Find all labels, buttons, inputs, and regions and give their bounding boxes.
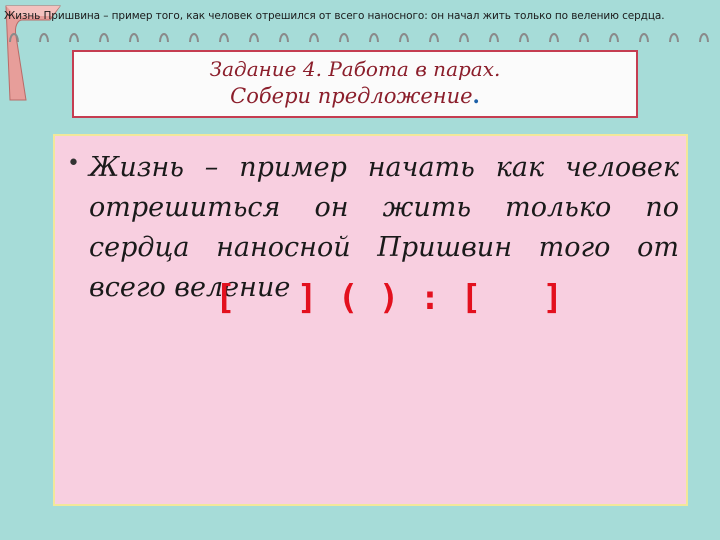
task-subtitle: Собери предложение. xyxy=(74,83,636,108)
task-title: Задание 4. Работа в парах. xyxy=(209,57,501,81)
slide-caption: Жизнь Пришвина – пример того, как челове… xyxy=(4,10,665,22)
task-subtitle-text: Собери предложение xyxy=(230,84,473,108)
bullet-icon: • xyxy=(67,151,80,176)
title-box: Задание 4. Работа в парах. Собери предло… xyxy=(72,50,638,118)
sentence-scheme: [ ] ( ) : [ ] xyxy=(215,278,563,318)
task-subtitle-dot: . xyxy=(472,83,480,108)
content-panel: • Жизнь – пример начать как человек отре… xyxy=(53,134,688,506)
